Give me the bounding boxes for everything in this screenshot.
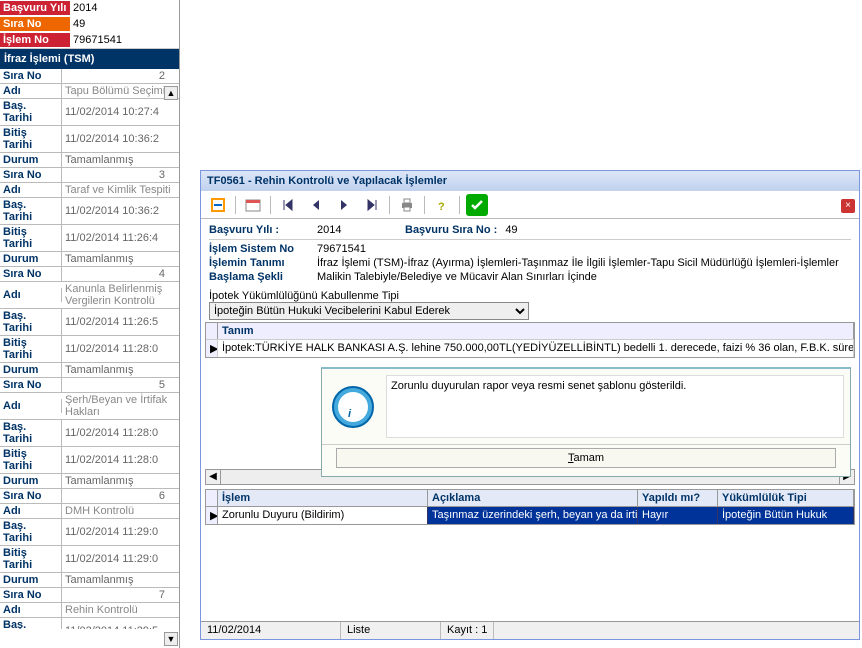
basvuru-yili-value: 2014 [70, 1, 179, 15]
top-fields: Başvuru Yılı2014 Sıra No49 İşlem No79671… [0, 0, 179, 49]
islem-tanimi-val: İfraz İşlemi (TSM)-İfraz (Ayırma) İşleml… [317, 257, 851, 269]
task-row-durum: DurumTamamlanmış [0, 474, 179, 489]
task-row-adi: AdıTapu Bölümü Seçimi [0, 84, 179, 99]
right-panel: TF0561 - Rehin Kontrolü ve Yapılacak İşl… [200, 170, 860, 640]
task-list[interactable]: Sıra No2 AdıTapu Bölümü Seçimi Baş. Tari… [0, 69, 179, 629]
task-row-durum: DurumTamamlanmış [0, 573, 179, 588]
basvuru-yili-lbl: Başvuru Yılı : [209, 224, 309, 236]
window-title: TF0561 - Rehin Kontrolü ve Yapılacak İşl… [201, 171, 859, 191]
col-yapildi: Yapıldı mı? [638, 490, 718, 506]
task-row-adi: AdıŞerh/Beyan ve İrtifak Hakları [0, 393, 179, 420]
cell-islem: Zorunlu Duyuru (Bildirim) [218, 507, 428, 524]
task-row-durum: DurumTamamlanmış [0, 252, 179, 267]
left-panel: Başvuru Yılı2014 Sıra No49 İşlem No79671… [0, 0, 180, 648]
info-icon: i [328, 375, 378, 438]
nav-next-button[interactable] [333, 194, 355, 216]
print-icon[interactable] [396, 194, 418, 216]
task-row-sira: Sıra No7 [0, 588, 179, 603]
tanim-head: Tanım [218, 323, 854, 339]
calendar-icon[interactable] [242, 194, 264, 216]
toolbar: ? [201, 191, 859, 219]
tanim-grid: Tanım ▶İpotek:TÜRKİYE HALK BANKASI A.Ş. … [205, 322, 855, 358]
task-row-sira: Sıra No5 [0, 378, 179, 393]
scroll-up-button[interactable]: ▲ [164, 86, 178, 100]
row-marker-icon: ▶ [206, 339, 218, 357]
task-row-bitis: Bitiş Tarihi11/02/2014 11:26:4 [0, 225, 179, 252]
task-row-sira: Sıra No6 [0, 489, 179, 504]
task-row-sira: Sıra No3 [0, 168, 179, 183]
grid-row[interactable]: ▶ Zorunlu Duyuru (Bildirim) Taşınmaz üze… [206, 507, 854, 524]
scroll-down-button[interactable]: ▼ [164, 632, 178, 646]
col-islem: İşlem [218, 490, 428, 506]
task-row-bitis: Bitiş Tarihi11/02/2014 10:36:2 [0, 126, 179, 153]
basvuru-sira-val: 49 [505, 224, 851, 236]
islem-no-label: İşlem No [0, 33, 70, 47]
task-row-durum: DurumTamamlanmış [0, 153, 179, 168]
cell-yapildi: Hayır [638, 507, 718, 524]
task-row-adi: AdıRehin Kontrolü [0, 603, 179, 618]
help-icon[interactable]: ? [431, 194, 453, 216]
task-row-bas: Baş. Tarihi11/02/2014 10:36:2 [0, 198, 179, 225]
task-row-bas: Baş. Tarihi11/02/2014 11:29:5 [0, 618, 179, 629]
task-row-adi: AdıKanunla Belirlenmiş Vergilerin Kontro… [0, 282, 179, 309]
col-aciklama: Açıklama [428, 490, 638, 506]
ipotek-select[interactable]: İpoteğin Bütün Hukuki Vecibelerini Kabul… [209, 302, 529, 320]
basvuru-sira-lbl: Başvuru Sıra No : [405, 224, 497, 236]
sira-no-label: Sıra No [0, 17, 70, 31]
task-row-bas: Baş. Tarihi11/02/2014 11:29:0 [0, 519, 179, 546]
task-row-bas: Baş. Tarihi11/02/2014 11:28:0 [0, 420, 179, 447]
app-icon[interactable] [207, 194, 229, 216]
confirm-icon[interactable] [466, 194, 488, 216]
svg-text:?: ? [438, 201, 445, 213]
info-dialog: i Zorunlu duyurulan rapor veya resmi sen… [321, 367, 851, 477]
dialog-ok-button[interactable]: Tamam [336, 448, 836, 468]
close-button[interactable]: × [841, 199, 855, 213]
tanim-row[interactable]: İpotek:TÜRKİYE HALK BANKASI A.Ş. lehine … [218, 339, 854, 357]
ipotek-label: İpotek Yükümlülüğünü Kabullenme Tipi [209, 290, 851, 302]
islem-tanimi-lbl: İşlemin Tanımı [209, 257, 309, 269]
info-area: Başvuru Yılı : 2014 Başvuru Sıra No : 49… [201, 219, 859, 288]
nav-first-button[interactable] [277, 194, 299, 216]
status-mode: Liste [341, 622, 441, 639]
status-date: 11/02/2014 [201, 622, 341, 639]
baslama-lbl: Başlama Şekli [209, 271, 309, 283]
basvuru-yili-val: 2014 [317, 224, 397, 236]
task-row-bas: Baş. Tarihi11/02/2014 11:26:5 [0, 309, 179, 336]
scroll-left-button[interactable]: ◀ [205, 469, 221, 485]
task-row-durum: DurumTamamlanmış [0, 363, 179, 378]
ipotek-box: İpotek Yükümlülüğünü Kabullenme Tipi İpo… [209, 290, 851, 320]
nav-prev-button[interactable] [305, 194, 327, 216]
status-count: Kayıt : 1 [441, 622, 494, 639]
islem-sistem-val: 79671541 [317, 243, 851, 255]
sira-no-value: 49 [70, 17, 179, 31]
row-marker-icon: ▶ [206, 507, 218, 524]
bottom-grid: İşlem Açıklama Yapıldı mı? Yükümlülük Ti… [205, 489, 855, 525]
nav-last-button[interactable] [361, 194, 383, 216]
section-title: İfraz İşlemi (TSM) [0, 49, 179, 69]
task-row-bitis: Bitiş Tarihi11/02/2014 11:28:0 [0, 447, 179, 474]
baslama-val: Malikin Talebiyle/Belediye ve Mücavir Al… [317, 271, 851, 283]
task-row-adi: AdıTaraf ve Kimlik Tespiti [0, 183, 179, 198]
task-row-sira: Sıra No4 [0, 267, 179, 282]
cell-aciklama: Taşınmaz üzerindeki şerh, beyan ya da ir… [428, 507, 638, 524]
task-row-sira: Sıra No2 [0, 69, 179, 84]
status-bar: 11/02/2014 Liste Kayıt : 1 [201, 621, 859, 639]
task-row-bitis: Bitiş Tarihi11/02/2014 11:28:0 [0, 336, 179, 363]
col-yukumluluk: Yükümlülük Tipi [718, 490, 854, 506]
islem-no-value: 79671541 [70, 33, 179, 47]
task-row-adi: AdıDMH Kontrolü [0, 504, 179, 519]
basvuru-yili-label: Başvuru Yılı [0, 1, 70, 15]
cell-yukumluluk: İpoteğin Bütün Hukuk [718, 507, 854, 524]
islem-sistem-lbl: İşlem Sistem No [209, 243, 309, 255]
dialog-message: Zorunlu duyurulan rapor veya resmi senet… [386, 375, 844, 438]
task-row-bitis: Bitiş Tarihi11/02/2014 11:29:0 [0, 546, 179, 573]
task-row-bas: Baş. Tarihi11/02/2014 10:27:4 [0, 99, 179, 126]
